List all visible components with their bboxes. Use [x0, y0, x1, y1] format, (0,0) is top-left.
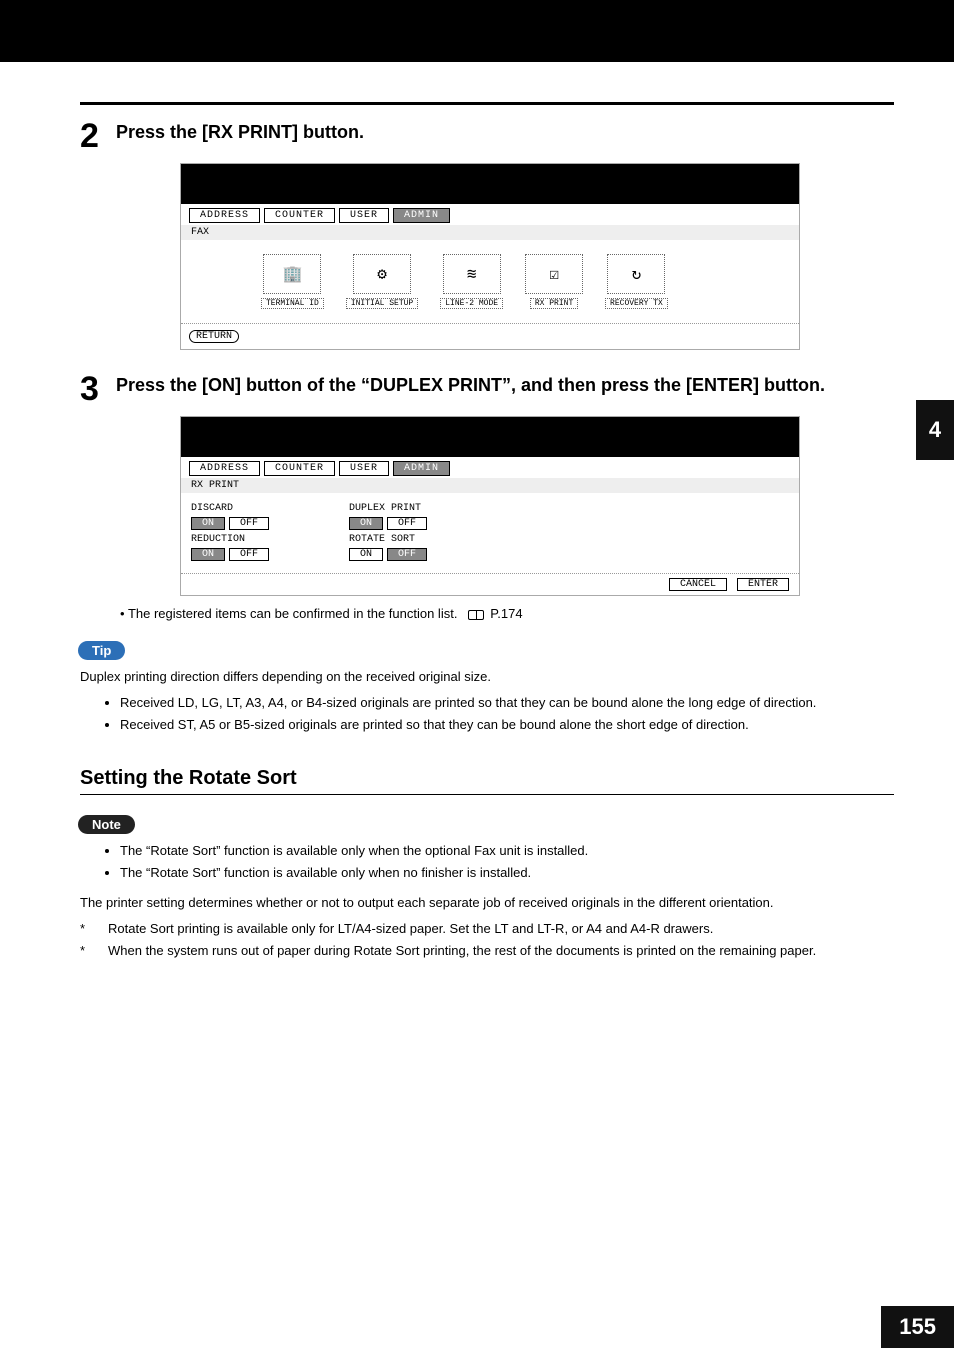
rotate-on[interactable]: ON [349, 548, 383, 561]
rx-print-icon: ☑ [525, 254, 583, 294]
step-3: 3 Press the [ON] button of the “DUPLEX P… [80, 372, 894, 406]
reduction-on[interactable]: ON [191, 548, 225, 561]
rotate-star-1: Rotate Sort printing is available only f… [108, 920, 713, 938]
tab-user[interactable]: USER [339, 461, 389, 476]
page-ref: P.174 [490, 606, 522, 621]
line2-icon: ≋ [443, 254, 501, 294]
tip-bullet-1: Received LD, LG, LT, A3, A4, or B4-sized… [120, 694, 894, 712]
rx-print-label: RX PRINT [530, 298, 578, 309]
section-tab: 4 [916, 400, 954, 460]
tab-counter[interactable]: COUNTER [264, 208, 335, 223]
header-band [0, 0, 954, 62]
tab-address[interactable]: ADDRESS [189, 208, 260, 223]
step-text: Press the [RX PRINT] button. [116, 119, 364, 144]
screenshot-fax-admin: ADDRESS COUNTER USER ADMIN FAX 🏢 TERMINA… [180, 163, 800, 350]
group-rotate-sort: ROTATE SORT [349, 534, 427, 545]
option-recovery-tx[interactable]: ↻ RECOVERY TX [605, 254, 668, 309]
option-rx-print[interactable]: ☑ RX PRINT [525, 254, 583, 309]
discard-off[interactable]: OFF [229, 517, 269, 530]
rotate-star-list: * Rotate Sort printing is available only… [80, 920, 894, 960]
breadcrumb-fax: FAX [181, 225, 799, 240]
initial-setup-icon: ⚙ [353, 254, 411, 294]
rotate-off[interactable]: OFF [387, 548, 427, 561]
panel-header-black [181, 417, 799, 457]
option-initial-setup[interactable]: ⚙ INITIAL SETUP [346, 254, 418, 309]
note-pill: Note [78, 815, 135, 834]
tip-pill: Tip [78, 641, 125, 660]
rotate-star-2: When the system runs out of paper during… [108, 942, 816, 960]
step-number: 3 [80, 372, 106, 406]
initial-setup-label: INITIAL SETUP [346, 298, 418, 309]
note-bullet-2: The “Rotate Sort” function is available … [120, 864, 894, 882]
tab-counter[interactable]: COUNTER [264, 461, 335, 476]
return-button[interactable]: RETURN [189, 330, 239, 343]
option-terminal-id[interactable]: 🏢 TERMINAL ID [261, 254, 324, 309]
book-icon [468, 610, 484, 620]
page-number: 155 [881, 1306, 954, 1348]
step-2: 2 Press the [RX PRINT] button. [80, 119, 894, 153]
tab-address[interactable]: ADDRESS [189, 461, 260, 476]
tip-body: Duplex printing direction differs depend… [80, 668, 894, 686]
recovery-label: RECOVERY TX [605, 298, 668, 309]
reduction-off[interactable]: OFF [229, 548, 269, 561]
note-bullet-1: The “Rotate Sort” function is available … [120, 842, 894, 860]
step-text: Press the [ON] button of the “DUPLEX PRI… [116, 372, 825, 397]
terminal-icon: 🏢 [263, 254, 321, 294]
screenshot-rx-print-settings: ADDRESS COUNTER USER ADMIN RX PRINT DISC… [180, 416, 800, 596]
tab-user[interactable]: USER [339, 208, 389, 223]
star-marker: * [80, 942, 94, 960]
group-reduction: REDUCTION [191, 534, 269, 545]
duplex-on[interactable]: ON [349, 517, 383, 530]
rotate-body: The printer setting determines whether o… [80, 894, 894, 912]
terminal-label: TERMINAL ID [261, 298, 324, 309]
breadcrumb-rx-print: RX PRINT [181, 478, 799, 493]
enter-button[interactable]: ENTER [737, 578, 789, 591]
note-text: The registered items can be confirmed in… [128, 606, 458, 621]
note-bullets: The “Rotate Sort” function is available … [120, 842, 894, 882]
line2-label: LINE-2 MODE [440, 298, 503, 309]
function-list-note: • The registered items can be confirmed … [120, 606, 894, 621]
discard-on[interactable]: ON [191, 517, 225, 530]
cancel-button[interactable]: CANCEL [669, 578, 727, 591]
panel-header-black [181, 164, 799, 204]
recovery-icon: ↻ [607, 254, 665, 294]
tip-bullets: Received LD, LG, LT, A3, A4, or B4-sized… [120, 694, 894, 734]
step-number: 2 [80, 119, 106, 153]
separator-top [80, 102, 894, 105]
subheading-rotate-sort: Setting the Rotate Sort [80, 767, 894, 795]
star-marker: * [80, 920, 94, 938]
group-duplex: DUPLEX PRINT [349, 503, 427, 514]
tab-admin[interactable]: ADMIN [393, 461, 450, 476]
option-line2-mode[interactable]: ≋ LINE-2 MODE [440, 254, 503, 309]
duplex-off[interactable]: OFF [387, 517, 427, 530]
tip-bullet-2: Received ST, A5 or B5-sized originals ar… [120, 716, 894, 734]
tab-admin[interactable]: ADMIN [393, 208, 450, 223]
group-discard: DISCARD [191, 503, 269, 514]
